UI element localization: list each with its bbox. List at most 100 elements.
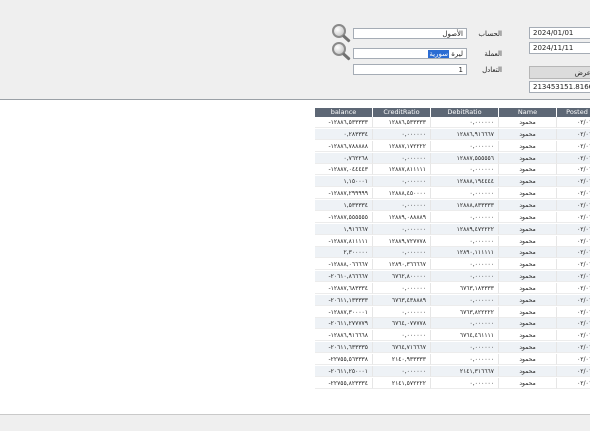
debit-ratio-cell[interactable]: ٠,٠٠٠٠٠٠ bbox=[431, 294, 499, 306]
credit-ratio-cell[interactable]: ٦٧٦٢,٨٠٠٠٠٠ bbox=[373, 271, 431, 283]
name-cell[interactable]: محمود bbox=[499, 164, 557, 176]
debit-ratio-cell[interactable]: ٠,٠٠٠٠٠٠ bbox=[431, 188, 499, 200]
balance-cell[interactable]: ٢٠٦١١,١٣٣٣٣٣- bbox=[315, 294, 373, 306]
posted-cell[interactable]: ٠٢/٠١ bbox=[557, 141, 590, 152]
debit-ratio-cell[interactable]: ١٢٨٨٨,١٩٤٤٤٤ bbox=[431, 176, 499, 188]
credit-ratio-cell[interactable]: ٠,٠٠٠٠٠٠ bbox=[373, 176, 431, 188]
posted-cell[interactable]: ٠٢/٠١ bbox=[557, 223, 590, 235]
name-cell[interactable]: محمود bbox=[499, 342, 557, 354]
balance-cell[interactable]: ١٢٨٨٧,٦٨٣٣٣٤- bbox=[315, 282, 373, 294]
balance-cell[interactable]: ١,٥٣٣٣٣٤ bbox=[315, 199, 373, 211]
credit-ratio-cell[interactable]: ٠,٠٠٠٠٠٠ bbox=[373, 306, 431, 318]
debit-ratio-cell[interactable]: ٠,٠٠٠٠٠٠ bbox=[431, 318, 499, 330]
debit-ratio-cell[interactable]: ٢١٤١,٣١٦٦٦٧ bbox=[431, 365, 499, 377]
posted-cell[interactable]: ٠٢/٠١ bbox=[557, 342, 590, 354]
name-cell[interactable]: محمود bbox=[499, 223, 557, 235]
name-cell[interactable]: محمود bbox=[499, 259, 557, 271]
debit-ratio-cell[interactable]: ٠,٠٠٠٠٠٠ bbox=[431, 259, 499, 271]
credit-ratio-cell[interactable]: ١٢٨٩٠,٣٦٦٦٦٧ bbox=[373, 259, 431, 271]
date-to-picker[interactable]: 2024/11/11 bbox=[529, 42, 590, 54]
debit-ratio-cell[interactable]: ١٢٨٨٩,٤٧٢٢٢٢ bbox=[431, 223, 499, 235]
posted-cell[interactable]: ٠٢/٠١ bbox=[557, 212, 590, 223]
credit-ratio-cell[interactable]: ٦٧٦٤,٧١٦٦٦٧ bbox=[373, 342, 431, 354]
credit-ratio-cell[interactable]: ٠,٠٠٠٠٠٠ bbox=[373, 365, 431, 377]
debit-ratio-cell[interactable]: ٦٧٦٣,١٨٣٣٣٣ bbox=[431, 282, 499, 294]
name-cell[interactable]: محمود bbox=[499, 247, 557, 259]
credit-ratio-cell[interactable]: ١٢٨٨٦,٥٣٣٣٣٣ bbox=[373, 117, 431, 128]
posted-cell[interactable]: ٠٢/٠١ bbox=[557, 117, 590, 128]
credit-ratio-cell[interactable]: ٦٧٦٤,٠٧٧٧٧٨ bbox=[373, 318, 431, 330]
posted-cell[interactable]: ٠٢/٠١ bbox=[557, 378, 590, 389]
name-cell[interactable]: محمود bbox=[499, 306, 557, 318]
balance-cell[interactable]: ١,١٥٠٠٠١ bbox=[315, 176, 373, 188]
posted-cell[interactable]: ٠٢/٠١ bbox=[557, 128, 590, 140]
debit-ratio-cell[interactable]: ٠,٠٠٠٠٠٠ bbox=[431, 164, 499, 176]
balance-cell[interactable]: ٢٠٦١١,٢٧٧٧٧٩- bbox=[315, 318, 373, 330]
posted-cell[interactable]: ٠٢/٠١ bbox=[557, 294, 590, 306]
name-cell[interactable]: محمود bbox=[499, 294, 557, 306]
column-header-name[interactable]: Name bbox=[499, 108, 556, 117]
debit-ratio-cell[interactable]: ٠,٠٠٠٠٠٠ bbox=[431, 354, 499, 365]
debit-ratio-cell[interactable]: ٠,٠٠٠٠٠٠ bbox=[431, 117, 499, 128]
balance-cell[interactable]: ٠,٢٨٣٣٣٤ bbox=[315, 128, 373, 140]
balance-cell[interactable]: ٢٠٦١١,٢٥٠٠٠١- bbox=[315, 365, 373, 377]
name-cell[interactable]: محمود bbox=[499, 330, 557, 342]
account-search-button[interactable] bbox=[331, 24, 353, 43]
name-cell[interactable]: محمود bbox=[499, 365, 557, 377]
posted-cell[interactable]: ٠٢/٠١ bbox=[557, 283, 590, 294]
posted-cell[interactable]: ٠٢/٠١ bbox=[557, 236, 590, 247]
balance-cell[interactable]: ١٢٨٨٧,٣٠٠٠٠١- bbox=[315, 306, 373, 318]
name-cell[interactable]: محمود bbox=[499, 282, 557, 294]
posted-cell[interactable]: ٠٢/٠١ bbox=[557, 152, 590, 164]
debit-ratio-cell[interactable]: ٠,٠٠٠٠٠٠ bbox=[431, 235, 499, 247]
posted-cell[interactable]: ٠٢/٠١ bbox=[557, 259, 590, 271]
name-cell[interactable]: محمود bbox=[499, 199, 557, 211]
posted-cell[interactable]: ٠٢/٠١ bbox=[557, 247, 590, 259]
name-cell[interactable]: محمود bbox=[499, 211, 557, 223]
credit-ratio-cell[interactable]: ١٢٨٨٧,١٧٢٢٢٢ bbox=[373, 140, 431, 152]
posted-cell[interactable]: ٠٢/٠١ bbox=[557, 188, 590, 200]
column-header-credit-ratio[interactable]: CreditRatio bbox=[373, 108, 430, 117]
posted-cell[interactable]: ٠٢/٠١ bbox=[557, 318, 590, 330]
account-field[interactable]: الأصول bbox=[353, 28, 467, 39]
credit-ratio-cell[interactable]: ٦٧٦٣,٤٣٨٨٨٩ bbox=[373, 294, 431, 306]
column-header-balance[interactable]: balance bbox=[315, 108, 372, 117]
credit-ratio-cell[interactable]: ٠,٠٠٠٠٠٠ bbox=[373, 128, 431, 140]
balance-cell[interactable]: ١٢٨٨٦,٧٨٨٨٨٨- bbox=[315, 140, 373, 152]
name-cell[interactable]: محمود bbox=[499, 318, 557, 330]
balance-cell[interactable]: ٢٠٦١٠,٨٦٦٦٦٧- bbox=[315, 271, 373, 283]
debit-ratio-cell[interactable]: ١٢٨٩٠,١١١١١١ bbox=[431, 247, 499, 259]
balance-cell[interactable]: ٢٢٧٥٥,٥٦٣٣٣٨- bbox=[315, 354, 373, 365]
credit-ratio-cell[interactable]: ١٢٨٨٧,٨١١١١١ bbox=[373, 164, 431, 176]
name-cell[interactable]: محمود bbox=[499, 354, 557, 365]
name-cell[interactable]: محمود bbox=[499, 188, 557, 200]
posted-cell[interactable]: ٠٢/٠١ bbox=[557, 164, 590, 176]
balance-cell[interactable]: ١٢٨٨٨,٠٦٦٦٦٧- bbox=[315, 259, 373, 271]
balance-cell[interactable]: ٢٠٦١١,٦٣٣٣٣٥- bbox=[315, 342, 373, 354]
credit-ratio-cell[interactable]: ٠,٠٠٠٠٠٠ bbox=[373, 152, 431, 164]
credit-ratio-cell[interactable]: ٠,٠٠٠٠٠٠ bbox=[373, 247, 431, 259]
debit-ratio-cell[interactable]: ١٢٨٨٨,٨٣٣٣٣٣ bbox=[431, 199, 499, 211]
posted-cell[interactable]: ٠٢/٠١ bbox=[557, 365, 590, 377]
show-button[interactable]: عرض bbox=[529, 66, 590, 79]
currency-field[interactable]: ليرة سورية bbox=[353, 48, 467, 59]
name-cell[interactable]: محمود bbox=[499, 140, 557, 152]
posted-cell[interactable]: ٠٢/٠١ bbox=[557, 176, 590, 188]
debit-ratio-cell[interactable]: ٠,٠٠٠٠٠٠ bbox=[431, 377, 499, 389]
credit-ratio-cell[interactable]: ١٢٨٨٩,٧٢٧٧٧٨ bbox=[373, 235, 431, 247]
credit-ratio-cell[interactable]: ١٢٨٨٩,٠٨٨٨٨٩ bbox=[373, 211, 431, 223]
name-cell[interactable]: محمود bbox=[499, 117, 557, 128]
column-header-posted[interactable]: Posted bbox=[557, 108, 590, 117]
rate-field[interactable]: 1 bbox=[353, 64, 467, 75]
balance-cell[interactable]: ١٢٨٨٦,٩١٦٦٦٨- bbox=[315, 330, 373, 342]
credit-ratio-cell[interactable]: ٠,٠٠٠٠٠٠ bbox=[373, 223, 431, 235]
debit-ratio-cell[interactable]: ٦٧٦٤,٤٦١١١١ bbox=[431, 330, 499, 342]
credit-ratio-cell[interactable]: ٠,٠٠٠٠٠٠ bbox=[373, 282, 431, 294]
name-cell[interactable]: محمود bbox=[499, 152, 557, 164]
posted-cell[interactable]: ٠٢/٠١ bbox=[557, 271, 590, 283]
posted-cell[interactable]: ٠٢/٠١ bbox=[557, 199, 590, 211]
name-cell[interactable]: محمود bbox=[499, 377, 557, 389]
currency-search-button[interactable] bbox=[331, 42, 353, 61]
balance-cell[interactable]: ١٢٨٨٧,٠٤٤٤٤٣- bbox=[315, 164, 373, 176]
posted-cell[interactable]: ٠٢/٠١ bbox=[557, 307, 590, 318]
